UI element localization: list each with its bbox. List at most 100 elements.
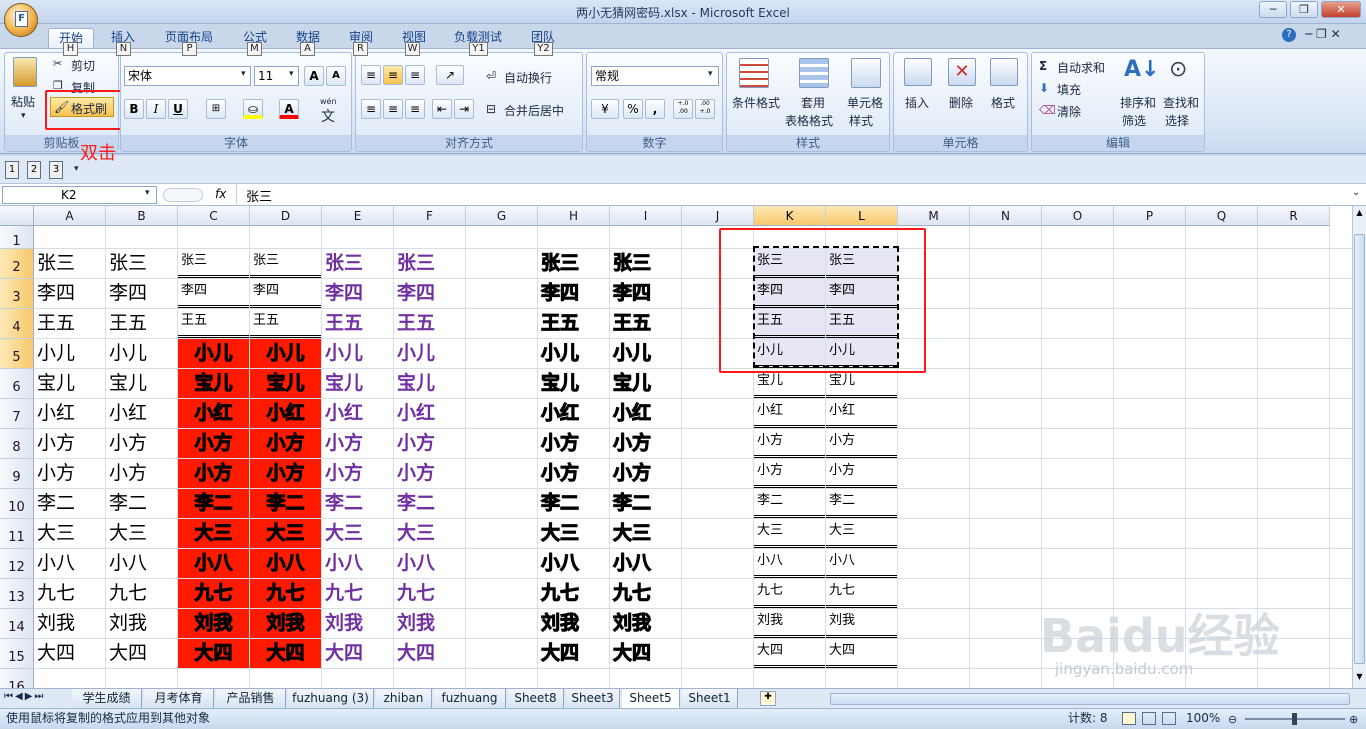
col-header-q[interactable]: Q — [1186, 206, 1258, 226]
cell-k11[interactable]: 大三 — [754, 519, 825, 548]
align-bottom-icon[interactable]: ≡ — [405, 65, 425, 85]
format-cells-icon[interactable] — [990, 58, 1018, 86]
cell-i13[interactable]: 九七 — [610, 579, 681, 608]
table-format-icon[interactable] — [799, 58, 829, 88]
cell-h9[interactable]: 小方 — [538, 459, 609, 488]
font-color-button[interactable]: A — [279, 99, 299, 119]
phonetic-button[interactable]: wén 文 — [317, 97, 341, 125]
format-cells-button[interactable]: 格式 — [991, 94, 1015, 111]
scroll-up-icon[interactable]: ▲ — [1354, 208, 1365, 219]
cell-a6[interactable]: 宝儿 — [34, 369, 105, 398]
cell-i3[interactable]: 李四 — [610, 279, 681, 308]
cell-d13[interactable]: 九七 — [250, 579, 321, 608]
bold-button[interactable]: B — [124, 99, 144, 119]
percent-button[interactable]: % — [623, 99, 643, 119]
cell-b13[interactable]: 九七 — [106, 579, 177, 608]
select-all-corner[interactable] — [0, 206, 34, 226]
cell-l14[interactable]: 刘我 — [826, 609, 897, 638]
sort-filter-line1[interactable]: 排序和 — [1120, 94, 1156, 111]
borders-icon[interactable]: ⊞ — [206, 99, 226, 119]
cell-h6[interactable]: 宝儿 — [538, 369, 609, 398]
cell-i12[interactable]: 小八 — [610, 549, 681, 578]
col-header-h[interactable]: H — [538, 206, 610, 226]
cell-e2[interactable]: 张三 — [322, 249, 393, 278]
paste-dropdown-icon[interactable]: ▾ — [21, 111, 26, 121]
sheet-tab-sheet8[interactable]: Sheet8 — [508, 689, 564, 708]
align-middle-icon[interactable]: ≡ — [383, 65, 403, 85]
sheet-tab-fuzhuang[interactable]: fuzhuang — [434, 689, 506, 708]
cell-e3[interactable]: 李四 — [322, 279, 393, 308]
delete-cells-button[interactable]: 删除 — [949, 94, 973, 111]
cell-k10[interactable]: 李二 — [754, 489, 825, 518]
cell-f6[interactable]: 宝儿 — [394, 369, 465, 398]
office-button[interactable]: F — [4, 3, 38, 37]
find-select-icon[interactable]: ⊙ — [1169, 57, 1187, 82]
cell-e4[interactable]: 王五 — [322, 309, 393, 338]
cell-b8[interactable]: 小方 — [106, 429, 177, 458]
align-left-icon[interactable]: ≡ — [361, 99, 381, 119]
cell-a13[interactable]: 九七 — [34, 579, 105, 608]
col-header-n[interactable]: N — [970, 206, 1042, 226]
sheet-tab-sheet3[interactable]: Sheet3 — [566, 689, 620, 708]
cell-l9[interactable]: 小方 — [826, 459, 897, 488]
cell-e8[interactable]: 小方 — [322, 429, 393, 458]
qat-button-1[interactable]: 1 — [5, 161, 19, 179]
cell-d6[interactable]: 宝儿 — [250, 369, 321, 398]
table-format-line2[interactable]: 表格格式 — [785, 112, 833, 129]
sheet-tab--[interactable]: 产品销售 — [216, 689, 286, 708]
col-header-r[interactable]: R — [1258, 206, 1330, 226]
cell-i7[interactable]: 小红 — [610, 399, 681, 428]
cut-button[interactable]: 剪切 — [71, 57, 95, 74]
sheet-tab--[interactable]: 月考体育 — [144, 689, 214, 708]
increase-decimal-button[interactable]: +.0 .00 — [673, 99, 693, 119]
insert-cells-icon[interactable] — [904, 58, 932, 86]
row-header-14[interactable]: 14 — [0, 609, 34, 639]
cell-i11[interactable]: 大三 — [610, 519, 681, 548]
cell-d7[interactable]: 小红 — [250, 399, 321, 428]
minimize-button[interactable]: ─ — [1259, 1, 1287, 18]
cell-f10[interactable]: 李二 — [394, 489, 465, 518]
cell-a12[interactable]: 小八 — [34, 549, 105, 578]
expand-formula-icon[interactable]: ⌄ — [1352, 187, 1360, 198]
cell-f15[interactable]: 大四 — [394, 639, 465, 668]
sheet-tab-fuzhuang-3-[interactable]: fuzhuang (3) — [288, 689, 374, 708]
table-format-line1[interactable]: 套用 — [801, 94, 825, 111]
cell-a10[interactable]: 李二 — [34, 489, 105, 518]
cell-c8[interactable]: 小方 — [178, 429, 249, 458]
cell-e5[interactable]: 小儿 — [322, 339, 393, 368]
cell-l10[interactable]: 李二 — [826, 489, 897, 518]
increase-indent-icon[interactable]: ⇥ — [454, 99, 474, 119]
cell-b7[interactable]: 小红 — [106, 399, 177, 428]
cell-h7[interactable]: 小红 — [538, 399, 609, 428]
sheet-tab--[interactable]: 学生成绩 — [72, 689, 142, 708]
name-box[interactable]: K2 — [2, 186, 157, 204]
col-header-k[interactable]: K — [754, 206, 826, 226]
cell-k7[interactable]: 小红 — [754, 399, 825, 428]
cell-a4[interactable]: 王五 — [34, 309, 105, 338]
cell-e12[interactable]: 小八 — [322, 549, 393, 578]
col-header-b[interactable]: B — [106, 206, 178, 226]
find-select-line2[interactable]: 选择 — [1165, 112, 1189, 129]
sort-filter-icon[interactable]: A↓ — [1124, 57, 1159, 82]
sheet-tab-sheet5[interactable]: Sheet5 — [622, 689, 680, 708]
merge-center-button[interactable]: 合并后居中 — [504, 102, 564, 119]
col-header-g[interactable]: G — [466, 206, 538, 226]
sheet-tab-sheet1[interactable]: Sheet1 — [682, 689, 738, 708]
decrease-indent-icon[interactable]: ⇤ — [432, 99, 452, 119]
cell-d3[interactable]: 李四 — [250, 279, 321, 308]
cell-b11[interactable]: 大三 — [106, 519, 177, 548]
cell-d4[interactable]: 王五 — [250, 309, 321, 338]
cell-c2[interactable]: 张三 — [178, 249, 249, 278]
cell-h5[interactable]: 小儿 — [538, 339, 609, 368]
cell-l12[interactable]: 小八 — [826, 549, 897, 578]
cell-a7[interactable]: 小红 — [34, 399, 105, 428]
cell-e7[interactable]: 小红 — [322, 399, 393, 428]
row-header-10[interactable]: 10 — [0, 489, 34, 519]
cell-a9[interactable]: 小方 — [34, 459, 105, 488]
page-break-view-icon[interactable] — [1162, 712, 1176, 725]
formula-input[interactable]: 张三 — [246, 186, 272, 205]
row-header-7[interactable]: 7 — [0, 399, 34, 429]
cell-h14[interactable]: 刘我 — [538, 609, 609, 638]
cell-h15[interactable]: 大四 — [538, 639, 609, 668]
delete-cells-icon[interactable]: ✕ — [948, 58, 976, 86]
